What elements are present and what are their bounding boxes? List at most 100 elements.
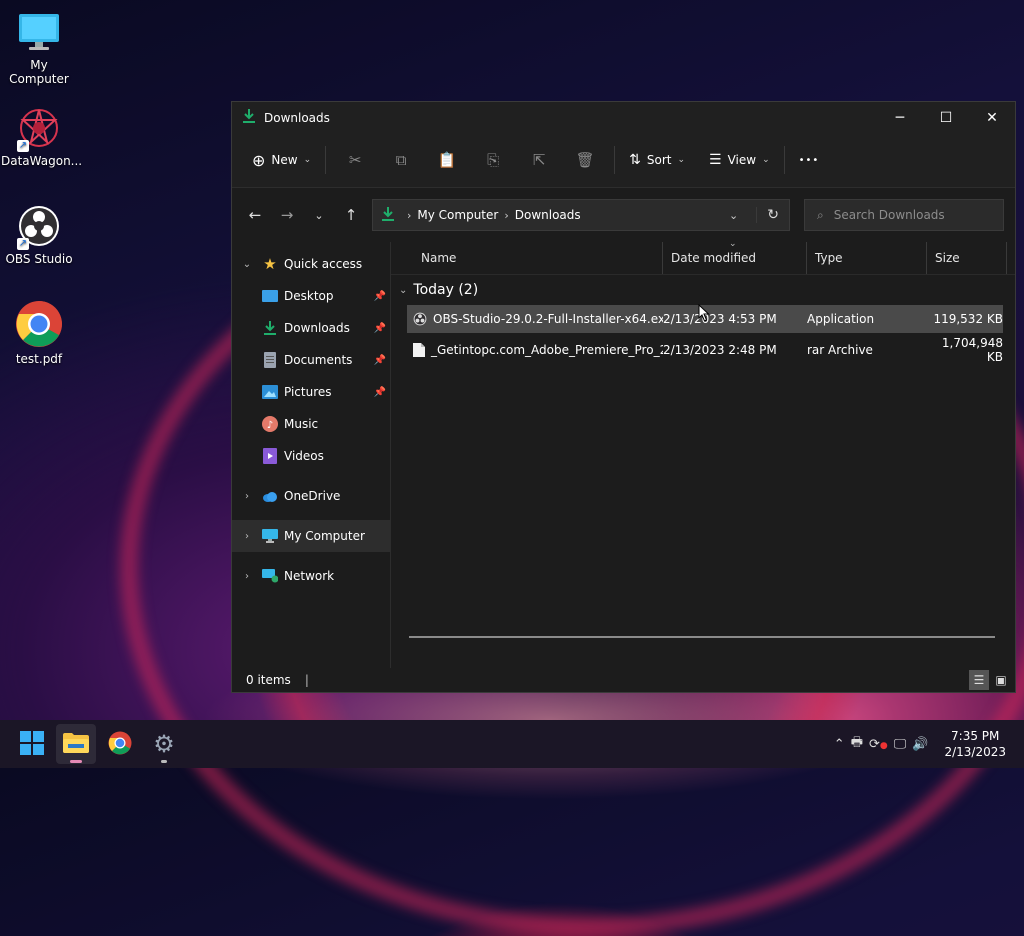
start-button[interactable]: [12, 724, 52, 764]
new-label: New: [271, 153, 298, 167]
column-label: Name: [421, 251, 457, 265]
video-icon: [262, 448, 278, 464]
pin-icon[interactable]: 📌: [374, 323, 386, 334]
desktop-icon: [262, 288, 278, 304]
sidebar-item-quick-access[interactable]: ⌄ ★ Quick access: [232, 248, 390, 280]
search-box[interactable]: ⌕ Search Downloads: [804, 199, 1004, 231]
sidebar-item-desktop[interactable]: Desktop 📌: [232, 280, 390, 312]
copy-icon[interactable]: ⧉: [390, 149, 412, 171]
column-header-size[interactable]: Size: [927, 242, 1007, 274]
column-header-name[interactable]: Name: [391, 242, 663, 274]
paste-icon[interactable]: 📋: [436, 149, 458, 171]
title-bar[interactable]: Downloads ─ ☐ ✕: [232, 102, 1015, 133]
forward-arrow-icon[interactable]: →: [274, 202, 300, 228]
details-view-icon[interactable]: ☰: [969, 670, 989, 690]
recent-locations-chevron-icon[interactable]: ⌄: [306, 202, 332, 228]
chevron-right-icon[interactable]: ›: [240, 491, 254, 502]
close-button[interactable]: ✕: [969, 102, 1015, 133]
sync-error-icon[interactable]: ⟳●: [869, 737, 888, 752]
network-status-icon[interactable]: 🖵: [894, 737, 907, 752]
download-icon: [381, 206, 395, 225]
desktop-icon-label: OBS Studio: [5, 252, 73, 266]
taskbar-chrome[interactable]: [100, 724, 140, 764]
clock[interactable]: 7:35 PM 2/13/2023: [944, 728, 1006, 760]
toolbar-divider: [614, 146, 616, 174]
windows-logo-icon: [20, 730, 44, 758]
toolbar-divider: [783, 146, 785, 174]
maximize-button[interactable]: ☐: [923, 102, 969, 133]
taskbar-settings[interactable]: ⚙: [144, 724, 184, 764]
pin-icon[interactable]: 📌: [374, 355, 386, 366]
breadcrumb-my-computer[interactable]: My Computer: [417, 208, 498, 222]
pin-icon[interactable]: 📌: [374, 291, 386, 302]
address-bar[interactable]: › My Computer › Downloads ⌄ ↻: [372, 199, 790, 231]
sidebar-item-videos[interactable]: Videos: [232, 440, 390, 472]
address-history-chevron-icon[interactable]: ⌄: [729, 209, 738, 222]
obs-icon: ↗: [17, 204, 61, 250]
sidebar-item-pictures[interactable]: Pictures 📌: [232, 376, 390, 408]
share-icon[interactable]: ⇱: [528, 149, 550, 171]
file-row[interactable]: _Getintopc.com_Adobe_Premiere_Pro_20... …: [407, 336, 1003, 364]
minimize-button[interactable]: ─: [877, 102, 923, 133]
tiles-view-icon[interactable]: ▣: [991, 670, 1011, 690]
volume-icon[interactable]: 🔊: [912, 737, 928, 752]
column-header-date[interactable]: ⌄ Date modified: [663, 239, 807, 274]
download-icon: [242, 108, 258, 127]
desktop-icon-obs-studio[interactable]: ↗ OBS Studio: [1, 204, 77, 266]
group-label: Today (2): [413, 282, 479, 298]
refresh-icon[interactable]: ↻: [756, 207, 789, 223]
running-indicator: [161, 760, 167, 763]
search-placeholder: Search Downloads: [833, 208, 945, 222]
desktop-icon-datawagon[interactable]: ↗ DataWagon...: [1, 106, 82, 168]
up-arrow-icon[interactable]: ↑: [338, 202, 364, 228]
sort-label: Sort: [646, 153, 672, 167]
sidebar-item-label: My Computer: [284, 529, 365, 543]
column-label: Date modified: [671, 251, 757, 265]
chevron-down-icon[interactable]: ⌄: [399, 285, 407, 296]
horizontal-scrollbar[interactable]: [409, 636, 995, 638]
desktop-icon-label: My Computer: [9, 58, 69, 86]
new-button[interactable]: ⊕ New ⌄: [244, 144, 319, 176]
chevron-right-icon[interactable]: ›: [240, 571, 254, 582]
sidebar-item-music[interactable]: ♪ Music: [232, 408, 390, 440]
clock-time: 7:35 PM: [951, 729, 1000, 743]
more-options-button[interactable]: •••: [791, 144, 828, 176]
network-icon: [262, 568, 278, 584]
pin-icon[interactable]: 📌: [374, 387, 386, 398]
chevron-down-icon[interactable]: ⌄: [240, 259, 254, 270]
back-arrow-icon[interactable]: ←: [242, 202, 268, 228]
sidebar-item-documents[interactable]: Documents 📌: [232, 344, 390, 376]
desktop-icon-label: test.pdf: [15, 352, 63, 366]
sort-button[interactable]: ⇅ Sort ⌄: [621, 144, 693, 176]
sidebar-item-network[interactable]: › Network: [232, 560, 390, 592]
folder-icon: [63, 732, 89, 757]
datawagon-icon: ↗: [17, 106, 61, 152]
rename-icon[interactable]: ⎘: [482, 149, 504, 171]
item-count: 0 items: [246, 673, 291, 687]
column-label: Size: [935, 251, 960, 265]
address-row: ← → ⌄ ↑ › My Computer › Downloads ⌄ ↻ ⌕ …: [232, 188, 1015, 242]
monitor-icon: [262, 528, 278, 544]
delete-icon[interactable]: 🗑: [574, 149, 596, 171]
cut-icon[interactable]: ✂: [344, 149, 366, 171]
sidebar-item-label: Quick access: [284, 257, 363, 271]
taskbar-file-explorer[interactable]: [56, 724, 96, 764]
obs-file-icon: [413, 312, 427, 326]
printer-icon[interactable]: 🖶: [851, 733, 863, 755]
sidebar-item-onedrive[interactable]: › OneDrive: [232, 480, 390, 512]
chevron-right-icon[interactable]: ›: [240, 531, 254, 542]
view-label: View: [727, 153, 757, 167]
column-header-type[interactable]: Type: [807, 242, 927, 274]
sort-chevron-icon: ⌄: [729, 239, 737, 249]
sidebar-item-my-computer[interactable]: › My Computer: [232, 520, 390, 552]
file-explorer-window[interactable]: Downloads ─ ☐ ✕ ⊕ New ⌄ ✂ ⧉ 📋 ⎘ ⇱ 🗑 ⇅ So…: [231, 101, 1016, 693]
sidebar-item-label: Documents: [284, 353, 353, 367]
desktop-icon-my-computer[interactable]: My Computer: [1, 10, 77, 86]
breadcrumb-downloads[interactable]: Downloads: [515, 208, 581, 222]
navigation-pane[interactable]: ⌄ ★ Quick access Desktop 📌 Downloads 📌 D…: [232, 242, 391, 668]
group-header-today[interactable]: ⌄ Today (2): [391, 275, 1015, 305]
desktop-icon-test-pdf[interactable]: test.pdf: [1, 300, 77, 366]
chevron-up-icon[interactable]: ⌃: [834, 737, 845, 752]
sidebar-item-downloads[interactable]: Downloads 📌: [232, 312, 390, 344]
view-button[interactable]: ☰ View ⌄: [701, 144, 778, 176]
